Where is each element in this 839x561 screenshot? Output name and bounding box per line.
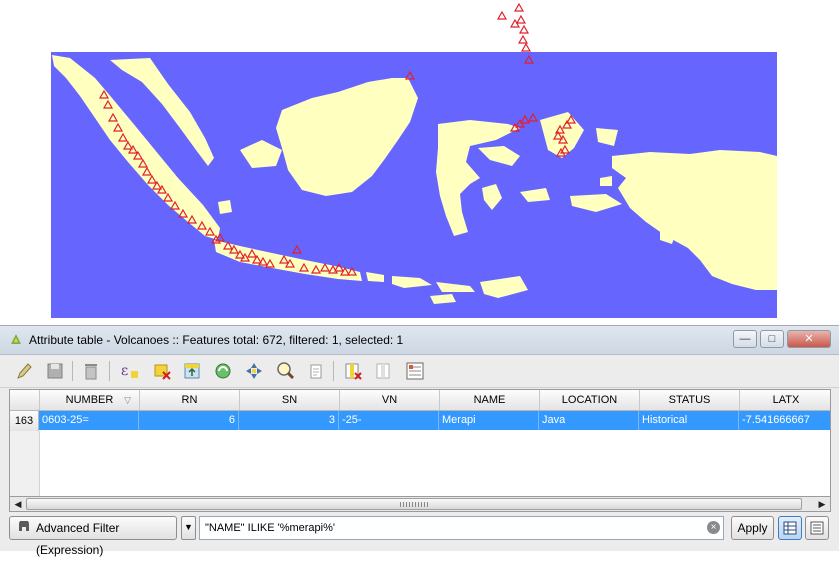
- table-view-button[interactable]: [778, 516, 802, 540]
- move-selection-to-top-icon: [184, 363, 200, 379]
- column-header-rn[interactable]: RN: [140, 390, 240, 410]
- new-column-button[interactable]: [373, 360, 395, 382]
- move-selection-to-top-button[interactable]: [181, 360, 203, 382]
- filter-bar: Advanced Filter (Expression) ▼ "NAME" IL…: [0, 516, 839, 557]
- table-cell[interactable]: -7.541666667: [739, 411, 830, 430]
- pan-to-selected-button[interactable]: [243, 360, 265, 382]
- column-header-status[interactable]: STATUS: [640, 390, 740, 410]
- delete-selected-icon: [85, 364, 97, 380]
- horizontal-scrollbar[interactable]: ◀ ▶: [9, 496, 831, 512]
- scroll-left-icon[interactable]: ◀: [11, 498, 25, 510]
- column-header-number[interactable]: NUMBER ▽: [40, 390, 140, 410]
- table-cell[interactable]: Merapi: [439, 411, 539, 430]
- table-cell[interactable]: -25-: [339, 411, 439, 430]
- new-column-icon: [376, 363, 390, 379]
- table-cell[interactable]: Historical: [639, 411, 739, 430]
- filter-mode-button[interactable]: Advanced Filter (Expression): [9, 516, 177, 557]
- form-view-icon: [810, 521, 824, 535]
- column-header-vn[interactable]: VN: [340, 390, 440, 410]
- table-row[interactable]: 0603-25= 6 3 -25- Merapi Java Historical…: [39, 411, 830, 430]
- grip-icon: [400, 502, 428, 507]
- close-button[interactable]: ✕: [787, 330, 831, 348]
- corner-header[interactable]: [10, 390, 40, 410]
- field-calculator-icon: [406, 362, 424, 380]
- row-header[interactable]: 163: [10, 411, 39, 431]
- form-view-button[interactable]: [805, 516, 829, 540]
- column-header-location[interactable]: LOCATION: [540, 390, 640, 410]
- toolbar-separator: [333, 361, 334, 381]
- table-cell[interactable]: 6: [139, 411, 239, 430]
- scroll-right-icon[interactable]: ▶: [815, 498, 829, 510]
- table-header: NUMBER ▽ RN SN VN NAME LOCATION STATUS LA…: [10, 390, 830, 411]
- table-cell[interactable]: Java: [539, 411, 639, 430]
- delete-selected-button[interactable]: [80, 360, 102, 382]
- field-calculator-button[interactable]: [404, 360, 426, 382]
- filter-icon: [19, 521, 29, 531]
- column-header-latx[interactable]: LATX: [740, 390, 830, 410]
- table-cell[interactable]: 3: [239, 411, 339, 430]
- toolbar: ε ?: [0, 355, 839, 403]
- save-edits-icon: [47, 363, 63, 379]
- toggle-editing-icon: [17, 363, 32, 379]
- apply-button[interactable]: Apply: [731, 516, 774, 540]
- zoom-to-selected-icon: [277, 362, 295, 380]
- maximize-icon: □: [768, 333, 776, 345]
- toggle-editing-button[interactable]: [13, 360, 35, 382]
- table-view-icon: [783, 521, 797, 535]
- attribute-table-window: Attribute table - Volcanoes :: Features …: [0, 325, 839, 557]
- close-icon: ✕: [804, 333, 814, 345]
- title-bar[interactable]: Attribute table - Volcanoes :: Features …: [0, 326, 839, 355]
- scrollbar-thumb[interactable]: [26, 498, 802, 510]
- zoom-to-selected-button[interactable]: [274, 360, 296, 382]
- filter-expression-input[interactable]: "NAME" ILIKE '%merapi%': [199, 516, 724, 540]
- select-by-expression-icon: ε: [121, 363, 138, 379]
- qgis-logo-icon: [11, 334, 21, 344]
- invert-selection-button[interactable]: [212, 360, 234, 382]
- column-header-sn[interactable]: SN: [240, 390, 340, 410]
- save-edits-button[interactable]: [44, 360, 66, 382]
- unselect-all-icon: [154, 364, 171, 380]
- select-by-expression-button[interactable]: ε: [118, 360, 140, 382]
- maximize-button[interactable]: □: [760, 330, 784, 348]
- minimize-button[interactable]: —: [733, 330, 757, 348]
- chevron-down-icon: ▼: [184, 522, 193, 532]
- clear-filter-icon[interactable]: ×: [707, 521, 720, 534]
- sort-indicator-icon: ▽: [124, 395, 131, 405]
- copy-selected-rows-button[interactable]: [304, 360, 326, 382]
- copy-selected-rows-icon: [310, 364, 322, 379]
- toolbar-separator: [109, 361, 110, 381]
- svg-text:ε: ε: [121, 363, 128, 379]
- filter-mode-dropdown[interactable]: ▼: [181, 516, 196, 540]
- pan-to-selected-icon: [246, 363, 262, 379]
- column-header-name[interactable]: NAME: [440, 390, 540, 410]
- delete-column-button[interactable]: [342, 360, 364, 382]
- map-canvas[interactable]: [0, 0, 839, 325]
- minimize-icon: —: [739, 333, 751, 345]
- table-cell[interactable]: 0603-25=: [39, 411, 139, 430]
- invert-selection-icon: [215, 363, 231, 379]
- delete-column-icon: [345, 363, 362, 380]
- toolbar-separator: [72, 361, 73, 381]
- unselect-all-button[interactable]: [151, 360, 173, 382]
- window-title: Attribute table - Volcanoes :: Features …: [29, 333, 404, 347]
- filter-mode-label: Advanced Filter (Expression): [36, 521, 120, 557]
- attribute-table[interactable]: NUMBER ▽ RN SN VN NAME LOCATION STATUS LA…: [9, 389, 831, 512]
